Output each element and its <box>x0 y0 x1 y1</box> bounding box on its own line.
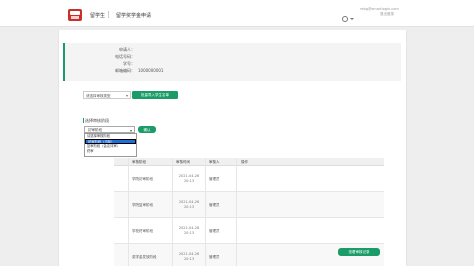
globe-icon[interactable] <box>342 16 348 22</box>
section-title: 选择审核阶段 <box>85 118 109 123</box>
stage-name: 奖学金发放阶段 <box>132 255 157 259</box>
table-row: 学校终审阶段 2021-04-26 20:13 管理员 <box>114 218 384 244</box>
university-logo <box>68 9 82 21</box>
stage-select-value: 初审阶段 <box>88 128 102 132</box>
chevron-down-icon <box>130 129 132 132</box>
info-label: 学号： <box>123 61 135 66</box>
logout-link[interactable]: 退出登录 <box>380 12 394 17</box>
info-value: 1000000001 <box>138 68 164 73</box>
stage-name: 学校终审阶段 <box>132 229 153 233</box>
column-divider <box>172 158 173 266</box>
column-divider <box>205 158 206 266</box>
applicant-info-box: 申请人： 电话号码： 学号： 邮箱编码： 1000000001 <box>63 43 401 81</box>
stage-time: 2021-04-26 20:13 <box>178 252 200 261</box>
stage-reviewer: 管理员 <box>209 229 220 233</box>
column-header: 操作 <box>241 160 248 164</box>
stage-time: 2021-04-26 20:13 <box>178 174 200 183</box>
column-divider <box>128 158 129 266</box>
table-header: 审核阶段 审核时间 审核人 操作 <box>114 158 384 166</box>
stage-name: 学院初审阶段 <box>132 177 153 181</box>
stage-reviewer: 管理员 <box>209 203 220 207</box>
review-type-value: 请选择审核类型 <box>86 93 111 98</box>
chevron-down-icon[interactable] <box>350 18 354 20</box>
table-row: 学院复审阶段 2021-04-26 20:13 管理员 <box>114 192 384 218</box>
stage-name: 学院复审阶段 <box>132 203 153 207</box>
app-subtitle[interactable]: 留学奖学金申请 <box>116 12 151 19</box>
info-row: 学号： <box>95 61 138 67</box>
stage-time: 2021-04-26 20:13 <box>178 200 200 209</box>
info-row: 申请人： <box>95 47 138 53</box>
header-divider <box>108 11 109 18</box>
batch-import-button[interactable]: 批量导入学生名单 <box>132 91 178 99</box>
stage-reviewer: 管理员 <box>209 255 220 259</box>
stage-table: 审核阶段 审核时间 审核人 操作 学院初审阶段 2021-04-26 20:13 … <box>114 158 384 266</box>
user-email[interactable]: rebg@smartlogin.com <box>360 7 399 11</box>
info-row: 电话号码： <box>95 54 138 60</box>
chevron-down-icon <box>126 95 128 97</box>
info-row: 邮箱编码： 1000000001 <box>95 68 163 74</box>
info-label: 邮箱编码： <box>115 68 135 73</box>
column-header: 审核时间 <box>176 160 190 164</box>
app-name: 留学生 <box>90 13 106 19</box>
view-record-button[interactable]: 查看审核记录 <box>338 248 380 256</box>
dropdown-option[interactable]: 终审 <box>85 149 136 154</box>
confirm-button[interactable]: 确认 <box>138 126 156 133</box>
info-label: 电话号码： <box>115 54 135 59</box>
info-label: 申请人： <box>119 47 135 52</box>
column-divider <box>236 158 237 266</box>
top-bar: 留学生 留学奖学金申请 rebg@smartlogin.com 退出登录 <box>0 0 474 27</box>
stage-reviewer: 管理员 <box>209 177 220 181</box>
table-row: 学院初审阶段 2021-04-26 20:13 管理员 <box>114 166 384 192</box>
column-header: 审核人 <box>209 160 220 164</box>
table-row: 奖学金发放阶段 2021-04-26 20:13 管理员 查看审核记录 <box>114 244 384 266</box>
review-type-select[interactable]: 请选择审核类型 <box>83 91 131 99</box>
stage-time: 2021-04-26 20:13 <box>178 226 200 235</box>
column-header: 审核阶段 <box>132 160 146 164</box>
stage-dropdown-list: 请选择审核阶段 初审阶段（当前） 复审阶段（会议评审） 终审 <box>84 133 137 157</box>
stage-select[interactable]: 初审阶段 <box>84 126 135 133</box>
section-marker <box>83 118 84 123</box>
